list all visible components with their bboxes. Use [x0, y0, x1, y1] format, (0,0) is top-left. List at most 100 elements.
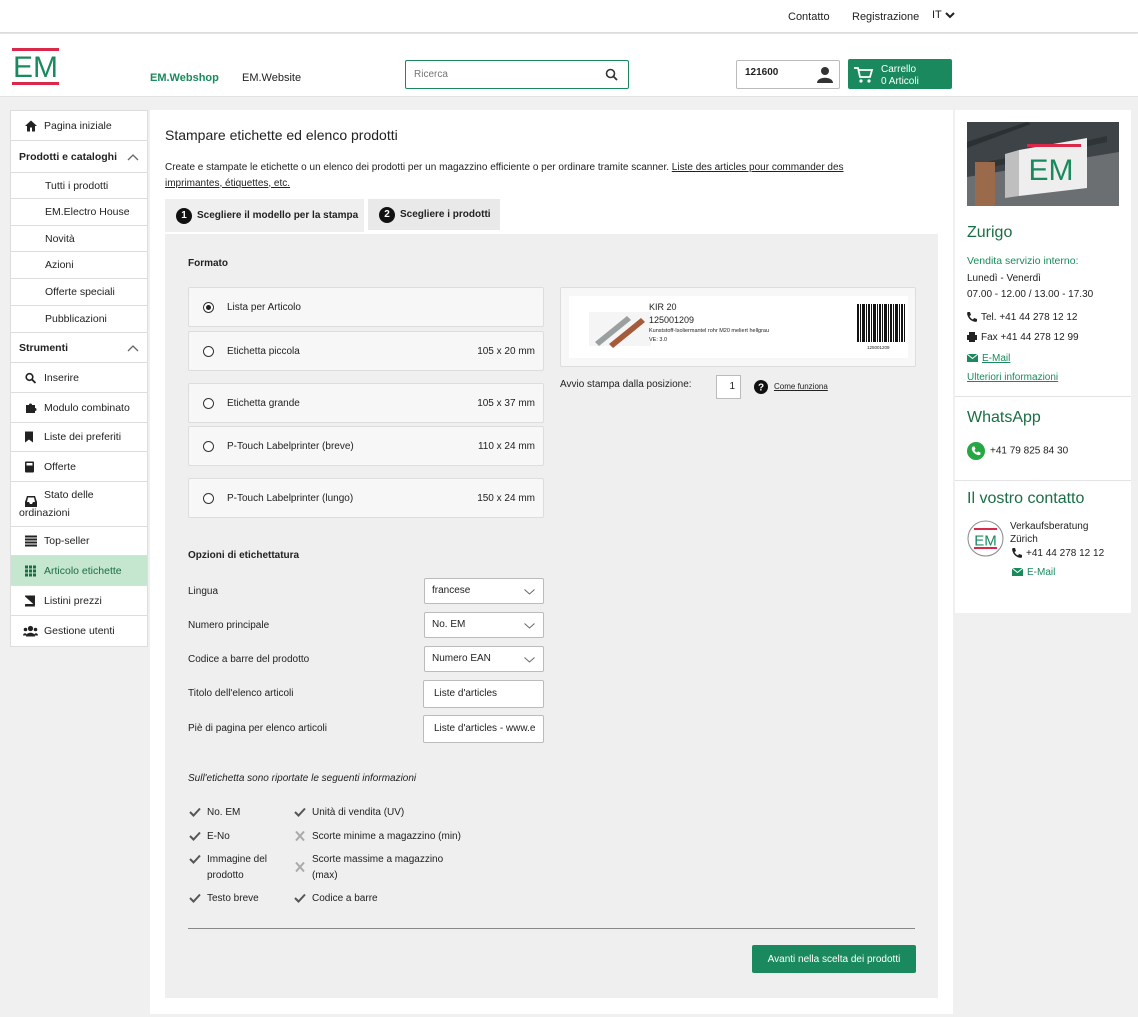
sidebar-item-electro-house[interactable]: EM.Electro House: [11, 199, 147, 226]
help-icon[interactable]: ?: [754, 380, 768, 394]
search-input[interactable]: [406, 61, 591, 88]
phone-number[interactable]: Tel. +41 44 278 12 12: [981, 312, 1077, 323]
preview-number: 125001209: [649, 315, 695, 325]
tab-step-2[interactable]: 2 Scegliere i prodotti: [368, 199, 500, 230]
divider: [955, 396, 1131, 397]
start-position-input[interactable]: 1: [716, 375, 741, 399]
footer-input[interactable]: Liste d'articles - www.e: [423, 715, 544, 743]
radio-button[interactable]: [203, 302, 214, 313]
radio-button[interactable]: [203, 398, 214, 409]
inbox-icon: [25, 496, 37, 507]
language-value: IT: [932, 9, 942, 21]
sidebar-item-stato-ordinazioni[interactable]: Stato delle ordinazioni: [11, 482, 147, 527]
language-select[interactable]: francese: [424, 578, 544, 604]
intro-body: Create e stampate le etichette o un elen…: [165, 162, 670, 173]
opening-days: Lunedì - Venerdì: [967, 273, 1041, 284]
sidebar-item-inserire[interactable]: Inserire: [11, 363, 147, 393]
calculator-icon: [25, 461, 34, 472]
service-label: Vendita servizio interno:: [967, 255, 1079, 267]
sidebar-item-label: Listini prezzi: [44, 594, 102, 607]
cross-icon: [295, 831, 305, 841]
more-info-link[interactable]: Ulteriori informazioni: [967, 372, 1058, 383]
account-box[interactable]: 121600: [736, 60, 840, 89]
format-dimension: 105 x 20 mm: [477, 346, 535, 357]
sidebar-item-novita[interactable]: Novità: [11, 226, 147, 252]
site-header: EM EM.Webshop EM.Website 121600 Carrello…: [0, 34, 1138, 97]
sidebar-item-modulo-combinato[interactable]: Modulo combinato: [11, 393, 147, 423]
preview-ve: VE: 3.0: [649, 337, 668, 343]
sidebar-item-label: Tutti i prodotti: [45, 179, 109, 192]
search-icon: [25, 372, 36, 383]
sidebar-item-preferiti[interactable]: Liste dei preferiti: [11, 423, 147, 452]
check-icon: [189, 807, 201, 817]
format-option[interactable]: P-Touch Labelprinter (breve) 110 x 24 mm: [188, 426, 544, 466]
format-dimension: 105 x 37 mm: [477, 398, 535, 409]
svg-text:EM: EM: [974, 533, 997, 550]
sidebar-section-products[interactable]: Prodotti e cataloghi: [11, 141, 147, 173]
tab-step-1[interactable]: 1 Scegliere il modello per la stampa: [165, 199, 364, 232]
divider: [955, 480, 1131, 481]
page-title: Stampare etichette ed elenco prodotti: [165, 127, 398, 143]
nav-website[interactable]: EM.Website: [242, 72, 301, 84]
language-selector[interactable]: IT: [932, 9, 955, 21]
sidebar-item-top-seller[interactable]: Top-seller: [11, 527, 147, 556]
whatsapp-row[interactable]: +41 79 825 84 30: [967, 442, 1068, 460]
select-value: Numero EAN: [432, 653, 491, 664]
barcode-select[interactable]: Numero EAN: [424, 646, 544, 672]
top-utility-bar: Contatto Registrazione IT: [0, 0, 1138, 33]
contact-phone: +41 44 278 12 12: [1026, 548, 1105, 559]
register-link[interactable]: Registrazione: [852, 11, 919, 23]
cart-button[interactable]: Carrello 0 Articoli: [848, 59, 952, 89]
format-option[interactable]: Etichetta grande 105 x 37 mm: [188, 383, 544, 423]
chevron-down-icon: [524, 657, 535, 663]
barcode-label: Codice a barre del prodotto: [188, 654, 310, 665]
start-position-label: Avvio stampa dalla posizione:: [560, 379, 692, 390]
radio-button[interactable]: [203, 346, 214, 357]
check-icon: [189, 854, 201, 864]
nav-webshop[interactable]: EM.Webshop: [150, 72, 219, 84]
check-icon: [189, 831, 201, 841]
tab-label: Scegliere i prodotti: [400, 209, 491, 220]
home-icon: [25, 120, 37, 131]
sidebar-item-offerte[interactable]: Offerte: [11, 452, 147, 482]
next-step-button[interactable]: Avanti nella scelta dei prodotti: [752, 945, 916, 973]
list-title-input[interactable]: Liste d'articles: [423, 680, 544, 708]
sidebar-item-gestione-utenti[interactable]: Gestione utenti: [11, 616, 147, 646]
format-label: Etichetta piccola: [227, 346, 300, 357]
how-it-works-link[interactable]: Come funziona: [774, 382, 828, 391]
em-logo[interactable]: EM: [12, 48, 59, 85]
sidebar-item-label: Gestione utenti: [44, 625, 115, 637]
sidebar-item-all-products[interactable]: Tutti i prodotti: [11, 173, 147, 199]
phone-icon: [1012, 548, 1022, 559]
sidebar-item-listini-prezzi[interactable]: Listini prezzi: [11, 586, 147, 616]
format-option[interactable]: P-Touch Labelprinter (lungo) 150 x 24 mm: [188, 478, 544, 518]
contact-name: Verkaufsberatung: [1010, 521, 1089, 532]
phone-row: Tel. +41 44 278 12 12: [967, 312, 1077, 323]
format-option[interactable]: Lista per Articolo: [188, 287, 544, 327]
sidebar-item-home[interactable]: Pagina iniziale: [11, 111, 147, 141]
contact-email-row[interactable]: E-Mail: [1011, 567, 1055, 578]
contact-link[interactable]: Contatto: [788, 11, 830, 23]
format-option[interactable]: Etichetta piccola 105 x 20 mm: [188, 331, 544, 371]
contact-phone-row[interactable]: +41 44 278 12 12: [1012, 548, 1104, 559]
section-title: Prodotti e cataloghi: [19, 150, 118, 163]
sidebar-section-tools[interactable]: Strumenti: [11, 333, 147, 363]
svg-text:EM: EM: [1029, 154, 1074, 187]
label-settings-panel: Formato Lista per Articolo Etichetta pic…: [165, 234, 938, 998]
radio-button[interactable]: [203, 441, 214, 452]
main-number-select[interactable]: No. EM: [424, 612, 544, 638]
feature-item: E-No: [189, 829, 287, 845]
intro-text: Create e stampate le etichette o un elen…: [165, 160, 895, 191]
sidebar-item-offerte-speciali[interactable]: Offerte speciali: [11, 279, 147, 306]
email-link[interactable]: E-Mail: [982, 353, 1010, 364]
sidebar-item-azioni[interactable]: Azioni: [11, 252, 147, 279]
sidebar-item-articolo-etichette[interactable]: Articolo etichette: [11, 556, 147, 586]
radio-button[interactable]: [203, 493, 214, 504]
fax-number: Fax +41 44 278 12 99: [981, 332, 1079, 343]
cart-icon: [854, 67, 874, 83]
fax-row: Fax +41 44 278 12 99: [967, 332, 1079, 343]
feature-item: Codice a barre: [294, 891, 482, 907]
sidebar-item-pubblicazioni[interactable]: Pubblicazioni: [11, 306, 147, 333]
search-icon[interactable]: [605, 68, 618, 81]
email-row[interactable]: E-Mail: [966, 353, 1010, 364]
